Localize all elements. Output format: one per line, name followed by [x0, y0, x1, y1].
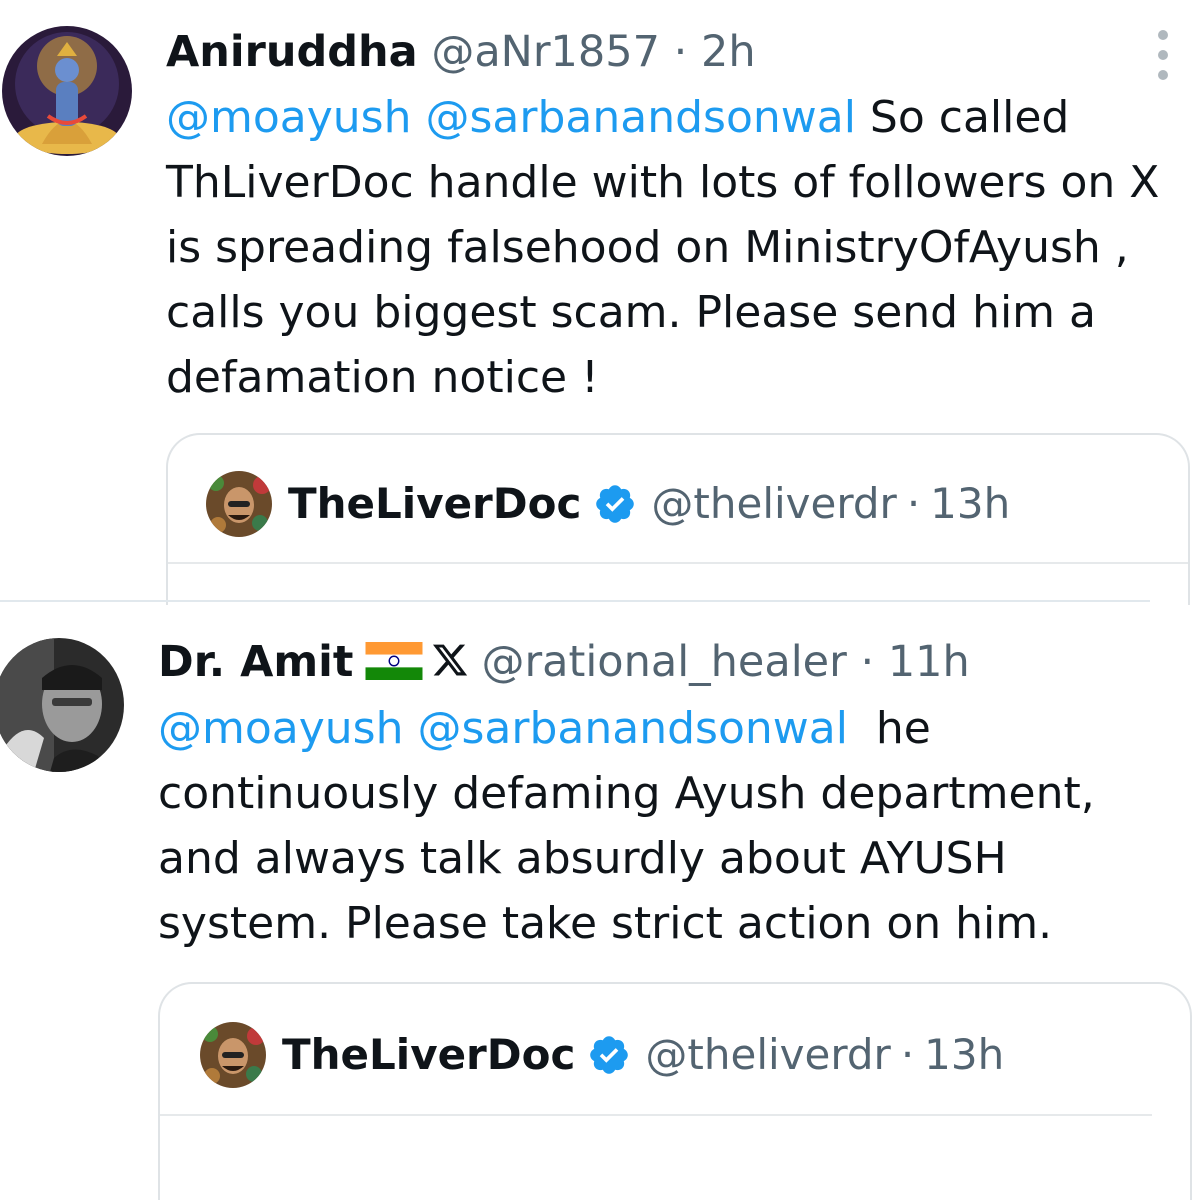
quoted-author-name[interactable]: TheLiverDoc [288, 478, 581, 530]
text-line: system. Please take strict action on him… [158, 898, 1053, 949]
text-line: continuously defaming Ayush department, [158, 768, 1095, 819]
quoted-author-handle[interactable]: @theliverdr [651, 478, 896, 530]
text-line: is spreading falsehood on MinistryOfAyus… [166, 222, 1129, 273]
mention-moayush[interactable]: @moayush [166, 92, 411, 143]
quoted-author-handle[interactable]: @theliverdr [645, 1029, 890, 1081]
timeline: Aniruddha @aNr1857 · 2h @moayush @sarban… [0, 0, 1200, 1200]
text-line: defamation notice ! [166, 352, 599, 403]
quoted-tweet[interactable]: TheLiverDoc @theliverdr · 13h [158, 982, 1192, 1200]
india-flag-icon [365, 642, 423, 680]
separator-dot: · [900, 1030, 915, 1079]
text-line: calls you biggest scam. Please send him … [166, 287, 1096, 338]
mention-sarbanandsonwal[interactable]: @sarbanandsonwal [417, 703, 847, 754]
quoted-tweet-header: TheLiverDoc @theliverdr · 13h [206, 471, 1010, 537]
timestamp[interactable]: 11h [888, 637, 970, 687]
tweet-text: @moayush @sarbanandsonwal So called ThLi… [166, 85, 1159, 410]
author-name[interactable]: Aniruddha [166, 27, 418, 77]
avatar[interactable] [0, 638, 124, 772]
text-line: and always talk absurdly about AYUSH [158, 833, 1007, 884]
verified-badge-icon [590, 1036, 629, 1074]
mention-sarbanandsonwal[interactable]: @sarbanandsonwal [425, 92, 855, 143]
quoted-tweet[interactable]: TheLiverDoc @theliverdr · 13h [166, 433, 1190, 605]
author-handle[interactable]: @aNr1857 [431, 27, 660, 77]
quoted-tweet-divider [160, 1114, 1152, 1116]
x-logo-icon [433, 644, 468, 676]
text-fragment: he [847, 703, 931, 754]
separator-dot: · [906, 479, 921, 528]
tweet-header: Aniruddha @aNr1857 · 2h [166, 26, 756, 78]
separator-dot: · [860, 637, 875, 687]
tweet[interactable]: Dr. Amit @rational_healer · 11h @moayush… [0, 602, 1200, 1200]
mention-moayush[interactable]: @moayush [158, 703, 403, 754]
doctor-avatar-icon [200, 1022, 266, 1088]
avatar[interactable] [2, 26, 132, 156]
text-line: ThLiverDoc handle with lots of followers… [166, 157, 1160, 208]
doctor-avatar-icon [206, 471, 272, 537]
more-options-icon[interactable] [1150, 30, 1176, 80]
timestamp[interactable]: 2h [701, 27, 756, 77]
tweet-header: Dr. Amit @rational_healer · 11h [158, 636, 970, 688]
quoted-timestamp[interactable]: 13h [924, 1029, 1004, 1081]
tweet[interactable]: Aniruddha @aNr1857 · 2h @moayush @sarban… [0, 0, 1200, 605]
avatar[interactable] [206, 471, 272, 537]
text-fragment: So called [855, 92, 1070, 143]
avatar[interactable] [200, 1022, 266, 1088]
author-handle[interactable]: @rational_healer [481, 637, 846, 687]
tweet-text: @moayush @sarbanandsonwal he continuousl… [158, 696, 1095, 956]
quoted-timestamp[interactable]: 13h [930, 478, 1010, 530]
separator-dot: · [673, 27, 688, 77]
author-name[interactable]: Dr. Amit [158, 637, 353, 687]
quoted-author-name[interactable]: TheLiverDoc [282, 1029, 575, 1081]
quoted-tweet-divider [168, 562, 1188, 564]
person-avatar-icon [0, 638, 124, 772]
verified-badge-icon [596, 485, 635, 523]
deity-avatar-icon [2, 26, 132, 156]
quoted-tweet-header: TheLiverDoc @theliverdr · 13h [200, 1022, 1004, 1088]
